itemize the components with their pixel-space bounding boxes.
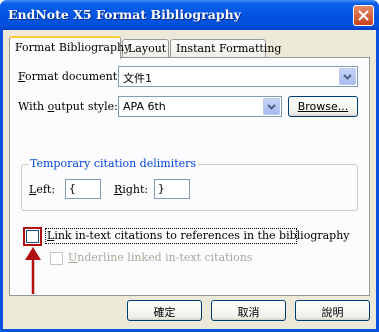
tab-label: Layout <box>128 42 167 55</box>
right-delimiter-label: Right: <box>114 183 149 196</box>
arrow-up-icon <box>25 247 41 294</box>
close-button[interactable] <box>353 5 374 26</box>
browse-button[interactable]: Browse... <box>288 96 358 117</box>
format-document-select[interactable]: 文件1 <box>118 66 358 87</box>
tab-instant-formatting[interactable]: Instant Formatting <box>170 39 281 58</box>
delimiters-title: Temporary citation delimiters <box>28 157 199 170</box>
dialog-client: Format Bibliography Layout Instant Forma… <box>3 30 376 329</box>
annotation-highlight <box>23 227 42 246</box>
right-delimiter-input[interactable]: } <box>154 179 190 199</box>
tab-format-bibliography[interactable]: Format Bibliography <box>9 36 130 59</box>
title-bar[interactable]: EndNote X5 Format Bibliography <box>0 0 379 30</box>
underline-linked-checkbox[interactable] <box>50 252 63 265</box>
help-button[interactable]: 說明 <box>295 300 370 321</box>
ok-button[interactable]: 確定 <box>127 300 202 321</box>
tab-label: Format Bibliography <box>15 41 131 54</box>
window-title: EndNote X5 Format Bibliography <box>8 7 241 22</box>
link-citations-label[interactable]: Link in-text citations to references in … <box>47 229 350 242</box>
chevron-down-icon[interactable] <box>263 98 280 115</box>
left-delimiter-label: Left: <box>29 183 56 196</box>
format-document-value: 文件1 <box>123 72 152 85</box>
format-document-label: Format document: <box>18 70 121 83</box>
delimiters-groupbox: Temporary citation delimiters Left: { Ri… <box>21 157 358 211</box>
underline-linked-label: Underline linked in-text citations <box>68 251 253 264</box>
close-icon <box>358 10 369 21</box>
output-style-value: APA 6th <box>123 100 166 113</box>
output-style-select[interactable]: APA 6th <box>118 96 282 117</box>
chevron-down-icon[interactable] <box>339 68 356 85</box>
left-delimiter-input[interactable]: { <box>65 179 101 199</box>
cancel-button[interactable]: 取消 <box>211 300 286 321</box>
tab-strip: Format Bibliography Layout Instant Forma… <box>9 36 369 59</box>
format-bibliography-panel: Format document: 文件1 With output style: … <box>9 57 370 296</box>
output-style-label: With output style: <box>18 100 118 113</box>
tab-label: Instant Formatting <box>176 42 282 55</box>
dialog-window: EndNote X5 Format Bibliography Format Bi… <box>0 0 379 332</box>
